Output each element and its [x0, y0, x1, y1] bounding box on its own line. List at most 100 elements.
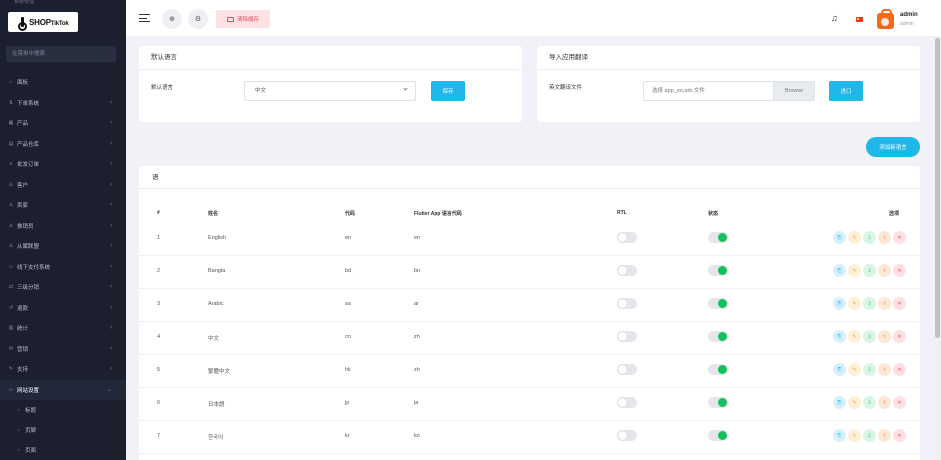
import-button[interactable]: 进口	[829, 81, 863, 101]
download-icon[interactable]: ⇩	[863, 429, 876, 442]
top-header: ⊕ ⚙ 清除缓存 ♫ admin admin	[126, 0, 941, 36]
page-scrollbar[interactable]	[934, 36, 941, 460]
edit-icon[interactable]: ✎	[848, 429, 861, 442]
status-toggle[interactable]	[708, 430, 728, 441]
upload-icon[interactable]: ⇪	[878, 231, 891, 244]
status-toggle[interactable]	[708, 298, 728, 309]
translate-icon[interactable]: ⎘	[833, 264, 846, 277]
clear-cache-button[interactable]: 清除缓存	[216, 10, 270, 28]
delete-icon[interactable]: ✕	[893, 330, 906, 343]
delete-icon[interactable]: ✕	[893, 363, 906, 376]
rtl-toggle[interactable]	[617, 298, 637, 309]
sidebar-item-10[interactable]: ⇄ 三级分销 ›	[0, 277, 126, 298]
sidebar-search-input[interactable]: 在菜单中搜索	[6, 46, 116, 62]
row-actions: ⎘ ✎ ⇩ ⇪ ✕	[833, 297, 906, 310]
shopping-bag-icon	[877, 9, 894, 29]
sidebar-item-1[interactable]: ⇅ 下单系统 ›	[0, 93, 126, 114]
upload-icon[interactable]: ⇪	[878, 363, 891, 376]
user-name[interactable]: admin	[900, 12, 918, 18]
sidebar-item-15[interactable]: ▭ 网站设置 ⌄	[0, 379, 126, 400]
translate-icon[interactable]: ⎘	[833, 231, 846, 244]
sidebar-item-label: 页面	[25, 448, 37, 454]
download-icon[interactable]: ⇩	[863, 363, 876, 376]
rtl-toggle[interactable]	[617, 430, 637, 441]
download-icon[interactable]: ⇩	[863, 330, 876, 343]
table-row: 6 日本語 jp ja ⎘ ✎ ⇩ ⇪ ✕	[139, 388, 920, 421]
edit-icon[interactable]: ✎	[848, 297, 861, 310]
cell-num: 1	[157, 235, 161, 241]
translate-icon[interactable]: ⎘	[833, 330, 846, 343]
edit-icon[interactable]: ✎	[848, 231, 861, 244]
sidebar-item-5[interactable]: ♙ 客户 ›	[0, 175, 126, 196]
status-toggle[interactable]	[708, 364, 728, 375]
sidebar-item-8[interactable]: ♙ 从属联盟 ›	[0, 236, 126, 257]
translate-icon[interactable]: ⎘	[833, 429, 846, 442]
globe-button[interactable]: ⊕	[162, 9, 182, 29]
sidebar-item-3[interactable]: ▤ 产品仓库 ›	[0, 134, 126, 155]
sidebar-item-0[interactable]: ⌂ 面板	[0, 72, 126, 93]
delete-icon[interactable]: ✕	[893, 231, 906, 244]
sidebar-item-14[interactable]: ✎ 支持 ›	[0, 359, 126, 380]
default-language-select[interactable]: 中文	[244, 81, 416, 101]
download-icon[interactable]: ⇩	[863, 231, 876, 244]
upload-icon[interactable]: ⇪	[878, 264, 891, 277]
sidebar-item-13[interactable]: ✉ 营销 ›	[0, 339, 126, 360]
translate-icon[interactable]: ⎘	[833, 297, 846, 310]
upload-icon[interactable]: ⇪	[878, 396, 891, 409]
upload-icon[interactable]: ⇪	[878, 297, 891, 310]
sidebar-item-16[interactable]: ○ 标题	[0, 400, 126, 420]
translate-icon[interactable]: ⎘	[833, 363, 846, 376]
sidebar-item-7[interactable]: ♙ 推销员 ›	[0, 216, 126, 237]
rtl-toggle[interactable]	[617, 364, 637, 375]
download-icon[interactable]: ⇩	[863, 264, 876, 277]
translate-icon[interactable]: ⎘	[833, 396, 846, 409]
globe-icon: ⊕	[169, 16, 175, 23]
delete-icon[interactable]: ✕	[893, 264, 906, 277]
status-toggle[interactable]	[708, 331, 728, 342]
logo-text: SHOPTikTok	[29, 17, 69, 27]
sidebar-item-label: 产品	[17, 121, 29, 128]
sidebar-item-17[interactable]: ○ 页脚	[0, 420, 126, 440]
delete-icon[interactable]: ✕	[893, 429, 906, 442]
upload-icon[interactable]: ⇪	[878, 429, 891, 442]
sidebar-item-11[interactable]: ↺ 退款 ›	[0, 298, 126, 319]
sidebar-item-4[interactable]: ≡ 批发订单 ›	[0, 154, 126, 175]
download-icon[interactable]: ⇩	[863, 396, 876, 409]
cell-name: Arabic	[208, 301, 224, 307]
rtl-toggle[interactable]	[617, 232, 637, 243]
sidebar-item-label: 产品仓库	[17, 141, 40, 148]
add-language-button[interactable]: 添加新语言	[866, 137, 920, 157]
settings-button[interactable]: ⚙	[188, 9, 208, 29]
rtl-toggle[interactable]	[617, 397, 637, 408]
status-toggle[interactable]	[708, 232, 728, 243]
delete-icon[interactable]: ✕	[893, 396, 906, 409]
sidebar-item-12[interactable]: ▥ 统计 ›	[0, 318, 126, 339]
upload-icon[interactable]: ⇪	[878, 330, 891, 343]
edit-icon[interactable]: ✎	[848, 396, 861, 409]
scrollbar-thumb[interactable]	[935, 38, 940, 338]
edit-icon[interactable]: ✎	[848, 363, 861, 376]
sidebar-item-label: 推销员	[17, 223, 34, 230]
status-toggle[interactable]	[708, 397, 728, 408]
translation-file-input[interactable]: 选择 app_en.arb 文件 Browse	[643, 81, 815, 101]
sidebar-item-18[interactable]: ○ 页面	[0, 440, 126, 460]
rtl-toggle[interactable]	[617, 331, 637, 342]
download-icon[interactable]: ⇩	[863, 297, 876, 310]
sidebar-item-2[interactable]: ▦ 产品 ›	[0, 113, 126, 134]
hamburger-menu-icon[interactable]	[139, 14, 150, 22]
delete-icon[interactable]: ✕	[893, 297, 906, 310]
bell-icon[interactable]: ♫	[831, 13, 838, 23]
china-flag-icon[interactable]	[856, 17, 863, 22]
sidebar-top-cut-item[interactable]: 系统管理	[0, 0, 126, 6]
browse-button[interactable]: Browse	[773, 82, 814, 100]
edit-icon[interactable]: ✎	[848, 264, 861, 277]
save-button[interactable]: 保存	[431, 81, 465, 101]
rtl-toggle[interactable]	[617, 265, 637, 276]
table-row: 2 Bangla bd bn ⎘ ✎ ⇩ ⇪ ✕	[139, 256, 920, 289]
edit-icon[interactable]: ✎	[848, 330, 861, 343]
status-toggle[interactable]	[708, 265, 728, 276]
logo[interactable]: SHOPTikTok	[8, 12, 78, 32]
sidebar-item-6[interactable]: ♙ 卖家 ›	[0, 195, 126, 216]
sidebar-item-9[interactable]: ▭ 线下支付系统 ›	[0, 257, 126, 278]
avatar[interactable]	[877, 9, 894, 29]
